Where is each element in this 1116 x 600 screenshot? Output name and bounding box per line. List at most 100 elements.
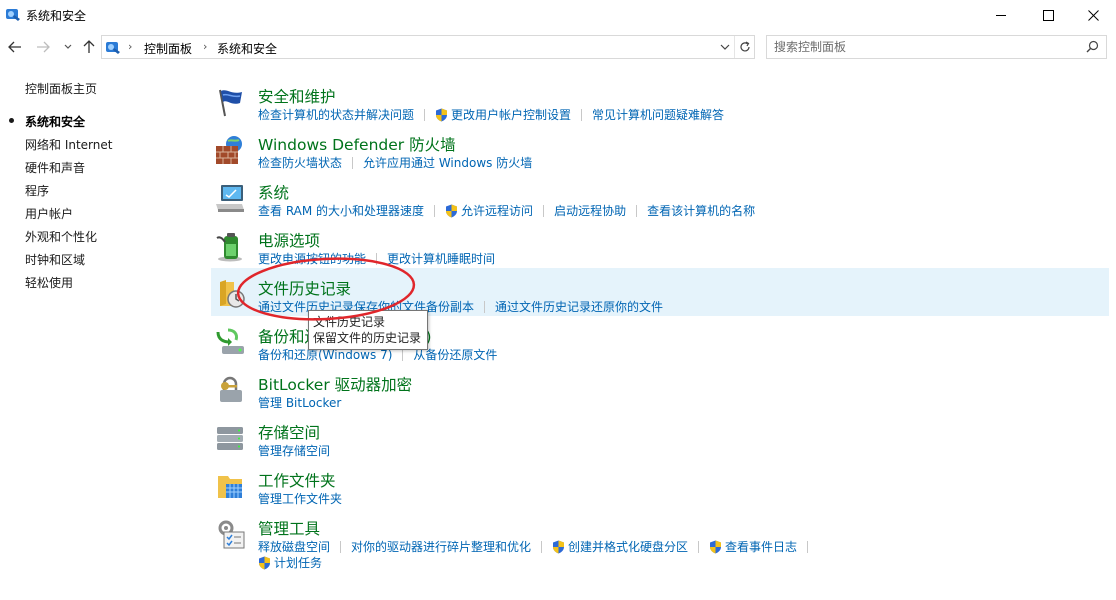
link-divider bbox=[636, 204, 638, 217]
search-box[interactable] bbox=[766, 35, 1107, 59]
link-divider bbox=[376, 252, 378, 265]
breadcrumb-control-panel[interactable]: 控制面板 bbox=[144, 40, 192, 57]
link-divider bbox=[352, 156, 354, 169]
create-format-partitions-link[interactable]: 创建并格式化硬盘分区 bbox=[552, 538, 688, 555]
free-disk-space-link[interactable]: 释放磁盘空间 bbox=[258, 538, 330, 555]
category-links: 释放磁盘空间 对你的驱动器进行碎片整理和优化 创建并格式化硬盘分区 查看事件日志 bbox=[258, 538, 818, 555]
title-bar: 系统和安全 bbox=[0, 0, 1116, 30]
admin-tools-icon bbox=[218, 520, 245, 549]
tooltip-description: 保留文件的历史记录 bbox=[313, 331, 422, 345]
category-title[interactable]: 文件历史记录 bbox=[258, 277, 351, 299]
chevron-down-icon bbox=[720, 44, 730, 50]
link-text[interactable]: 创建并格式化硬盘分区 bbox=[568, 538, 688, 555]
category-firewall: Windows Defender 防火墙 检查防火墙状态 允许应用通过 Wind… bbox=[211, 124, 1109, 172]
breadcrumb-system-security[interactable]: 系统和安全 bbox=[217, 40, 277, 57]
minimize-icon bbox=[995, 14, 1006, 16]
allow-remote-access-link[interactable]: 允许远程访问 bbox=[445, 202, 533, 219]
breadcrumb-separator-icon[interactable]: › bbox=[128, 40, 132, 53]
sidebar-item-system-security: 系统和安全 bbox=[25, 115, 86, 129]
category-links: 查看 RAM 的大小和处理器速度 允许远程访问 启动远程协助 查看该计算机的名称 bbox=[258, 202, 755, 219]
category-title[interactable]: BitLocker 驱动器加密 bbox=[258, 373, 412, 395]
category-title[interactable]: 系统 bbox=[258, 181, 289, 203]
check-firewall-status-link[interactable]: 检查防火墙状态 bbox=[258, 154, 342, 171]
link-divider bbox=[581, 108, 583, 121]
recent-locations-button[interactable] bbox=[61, 37, 75, 57]
defrag-optimize-link[interactable]: 对你的驱动器进行碎片整理和优化 bbox=[351, 538, 531, 555]
category-title[interactable]: 管理工具 bbox=[258, 517, 320, 539]
up-button[interactable] bbox=[81, 37, 97, 57]
current-item-bullet-icon bbox=[9, 118, 14, 123]
allow-app-firewall-link[interactable]: 允许应用通过 Windows 防火墙 bbox=[363, 154, 532, 171]
schedule-tasks-link[interactable]: 计划任务 bbox=[258, 554, 322, 571]
category-links: 管理工作文件夹 bbox=[258, 490, 342, 507]
link-text[interactable]: 查看事件日志 bbox=[725, 538, 797, 555]
category-title[interactable]: Windows Defender 防火墙 bbox=[258, 133, 456, 155]
restore-files-link[interactable]: 通过文件历史记录还原你的文件 bbox=[495, 298, 663, 315]
back-arrow-icon bbox=[8, 41, 21, 53]
breadcrumb-separator-icon[interactable]: › bbox=[203, 40, 207, 53]
uac-shield-icon bbox=[259, 556, 270, 569]
link-text[interactable]: 更改用户帐户控制设置 bbox=[451, 106, 571, 123]
battery-icon bbox=[216, 233, 242, 262]
sidebar-item-network[interactable]: 网络和 Internet bbox=[25, 136, 112, 153]
control-panel-icon bbox=[6, 9, 20, 21]
category-title[interactable]: 存储空间 bbox=[258, 421, 320, 443]
sidebar-home-link[interactable]: 控制面板主页 bbox=[25, 80, 97, 97]
uac-shield-icon bbox=[436, 108, 448, 121]
up-arrow-icon bbox=[83, 40, 95, 53]
troubleshoot-link[interactable]: 常见计算机问题疑难解答 bbox=[592, 106, 724, 123]
navigation-bar: › 控制面板 › 系统和安全 bbox=[0, 33, 1116, 61]
link-text[interactable]: 允许远程访问 bbox=[461, 202, 533, 219]
category-title[interactable]: 安全和维护 bbox=[258, 85, 336, 107]
change-power-button-link[interactable]: 更改电源按钮的功能 bbox=[258, 250, 366, 267]
link-text[interactable]: 计划任务 bbox=[274, 554, 322, 571]
manage-bitlocker-link[interactable]: 管理 BitLocker bbox=[258, 394, 341, 411]
sidebar-item-clock-region[interactable]: 时钟和区域 bbox=[25, 251, 85, 268]
minimize-button[interactable] bbox=[978, 0, 1024, 30]
address-bar[interactable]: › 控制面板 › 系统和安全 bbox=[101, 35, 755, 59]
refresh-icon bbox=[739, 41, 750, 52]
search-icon[interactable] bbox=[1086, 40, 1099, 53]
change-uac-settings-link[interactable]: 更改用户帐户控制设置 bbox=[435, 106, 571, 123]
link-divider bbox=[698, 540, 700, 553]
maximize-button[interactable] bbox=[1025, 0, 1071, 30]
category-links: 管理 BitLocker bbox=[258, 394, 341, 411]
maximize-icon bbox=[1042, 9, 1054, 21]
category-title[interactable]: 工作文件夹 bbox=[258, 469, 336, 491]
view-event-logs-link[interactable]: 查看事件日志 bbox=[709, 538, 797, 555]
launch-remote-assistance-link[interactable]: 启动远程协助 bbox=[554, 202, 626, 219]
forward-arrow-icon bbox=[37, 41, 50, 53]
category-admin-tools: 管理工具 释放磁盘空间 对你的驱动器进行碎片整理和优化 创建并格式化硬盘分区 查… bbox=[211, 508, 1109, 572]
link-divider bbox=[424, 108, 426, 121]
category-title[interactable]: 电源选项 bbox=[258, 229, 320, 251]
sidebar-item-ease-of-access[interactable]: 轻松使用 bbox=[25, 274, 73, 291]
category-file-history: 文件历史记录 通过文件历史记录保存你的文件备份副本 通过文件历史记录还原你的文件 bbox=[211, 268, 1109, 316]
manage-storage-spaces-link[interactable]: 管理存储空间 bbox=[258, 442, 330, 459]
category-bitlocker: BitLocker 驱动器加密 管理 BitLocker bbox=[211, 364, 1109, 412]
link-divider bbox=[807, 540, 809, 553]
category-links: 更改电源按钮的功能 更改计算机睡眠时间 bbox=[258, 250, 495, 267]
uac-shield-icon bbox=[553, 540, 565, 553]
sidebar-item-appearance[interactable]: 外观和个性化 bbox=[25, 228, 97, 245]
link-divider bbox=[543, 204, 545, 217]
sidebar-item-programs[interactable]: 程序 bbox=[25, 182, 49, 199]
work-folders-icon bbox=[218, 476, 242, 498]
address-dropdown-button[interactable] bbox=[716, 36, 734, 58]
view-ram-processor-link[interactable]: 查看 RAM 的大小和处理器速度 bbox=[258, 202, 424, 219]
search-input[interactable] bbox=[774, 39, 1074, 55]
window-title: 系统和安全 bbox=[26, 9, 87, 23]
check-computer-status-link[interactable]: 检查计算机的状态并解决问题 bbox=[258, 106, 414, 123]
close-button[interactable] bbox=[1070, 0, 1116, 30]
refresh-button[interactable] bbox=[734, 36, 754, 58]
category-storage-spaces: 存储空间 管理存储空间 bbox=[211, 412, 1109, 460]
change-sleep-time-link[interactable]: 更改计算机睡眠时间 bbox=[387, 250, 495, 267]
sidebar-item-hardware-sound[interactable]: 硬件和声音 bbox=[25, 159, 85, 176]
sidebar-item-user-accounts[interactable]: 用户帐户 bbox=[25, 205, 73, 222]
computer-icon bbox=[216, 185, 244, 212]
back-button[interactable] bbox=[6, 37, 24, 57]
view-computer-name-link[interactable]: 查看该计算机的名称 bbox=[647, 202, 755, 219]
link-divider bbox=[434, 204, 436, 217]
manage-work-folders-link[interactable]: 管理工作文件夹 bbox=[258, 490, 342, 507]
forward-button[interactable] bbox=[34, 37, 52, 57]
close-icon bbox=[1087, 9, 1099, 21]
